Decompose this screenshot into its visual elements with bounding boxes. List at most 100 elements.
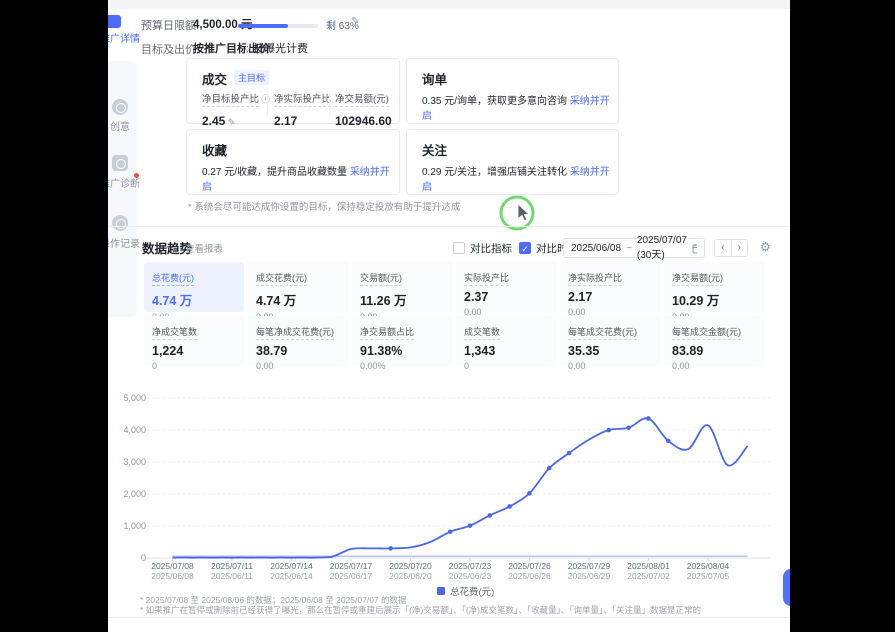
metric-label: 净实际投产比 — [568, 271, 622, 286]
metric-label: 成交笔数 — [464, 325, 500, 340]
metric-compare-value: 0 — [464, 361, 548, 371]
deal-title: 成交 — [202, 69, 227, 88]
metric-value: 4.74 万 — [152, 290, 236, 309]
app-window: 推广详情创意推广诊断操作记录 预算日限额: 4,500.00 元 剩 63% ✎… — [108, 0, 790, 632]
footnote-line: * 如果推广在暂停或删除前已经获得了曝光，那么在暂停或重建后展示「(净)交易额」… — [140, 604, 701, 616]
metric-card[interactable]: 净成交笔数1,2240 — [144, 316, 244, 366]
deal-stat-value: 2.17 — [274, 114, 331, 128]
deal-stat: 净实际投产比 2.17 — [274, 89, 331, 128]
section-divider — [108, 226, 790, 227]
legend-swatch — [437, 587, 445, 595]
metric-compare-value: 0.00 — [256, 361, 340, 371]
metric-card[interactable]: 成交花费(元)4.74 万0.00 — [248, 262, 348, 312]
favorite-desc-text: 0.27 元/收藏，提升商品收藏数量 — [202, 167, 347, 178]
metric-label: 净成交笔数 — [152, 325, 197, 340]
settings-gear-icon[interactable]: ⚙ — [760, 240, 771, 254]
floating-side-button[interactable] — [783, 569, 790, 606]
goal-card-inquiry[interactable]: 询单 0.35 元/询单，获取更多意向咨询 采纳并开启 — [406, 58, 619, 124]
metric-card[interactable]: 交易额(元)11.26 万0.00 — [352, 262, 452, 312]
view-report-link[interactable]: 查看报表 — [185, 241, 223, 255]
goal-label: 目标及出价: — [141, 41, 199, 57]
metric-label: 净交易额(元) — [672, 271, 723, 286]
metric-card[interactable]: 成交笔数1,3430 — [456, 316, 556, 366]
click-indicator — [496, 192, 556, 240]
budget-label: 预算日限额: — [141, 17, 199, 33]
data-point-marker — [487, 513, 492, 518]
inquiry-title: 询单 — [422, 69, 447, 88]
edit-pencil-icon[interactable]: ✎ — [225, 117, 235, 127]
metric-compare-value: 0.00 — [672, 361, 756, 371]
goal-card-deal[interactable]: 成交 主目标 净目标投产比 ⓘ2.45 ✎净实际投产比2.17净交易额(元)10… — [186, 58, 400, 124]
metric-label: 每笔成交金额(元) — [672, 325, 741, 340]
metric-label: 实际投产比 — [464, 271, 509, 286]
metric-card[interactable]: 每笔成交金额(元)83.890.00 — [664, 316, 764, 366]
metric-label: 总花费(元) — [152, 271, 194, 286]
date-range-picker[interactable]: 2025/06/08 ~ 2025/07/07 (30天) — [563, 238, 705, 258]
stage: 推广详情创意推广诊断操作记录 预算日限额: 4,500.00 元 剩 63% ✎… — [0, 0, 895, 632]
main-series-line — [173, 418, 748, 558]
data-point-marker — [388, 546, 393, 551]
metric-label: 交易额(元) — [360, 271, 402, 286]
metric-card[interactable]: 每笔净成交花费(元)38.790.00 — [248, 316, 348, 366]
date-end: 2025/07/07 (30天) — [637, 235, 687, 261]
compare-metric-checkbox[interactable] — [453, 242, 465, 254]
next-period-button[interactable]: › — [732, 240, 748, 256]
metric-value: 38.79 — [256, 344, 340, 358]
metric-value: 91.38% — [360, 344, 444, 358]
budget-progress-fill — [238, 24, 288, 28]
sidebar-item-label: 创意 — [108, 118, 142, 133]
metric-card[interactable]: 每笔成交花费(元)35.350.00 — [560, 316, 660, 366]
top-strip — [108, 0, 790, 9]
follow-desc-text: 0.29 元/关注，增强店铺关注转化 — [422, 167, 567, 178]
x-axis-tick-current: 2025/08/04 — [673, 561, 743, 571]
deal-stat-label: 净交易额(元) — [335, 89, 392, 107]
metric-card[interactable]: 净交易额占比91.38%0.00% — [352, 316, 452, 366]
goal-note: * 系统会尽可能达成你设置的目标，保持稳定投放有助于提升达成 — [188, 199, 460, 213]
favorite-title: 收藏 — [202, 140, 227, 159]
metric-compare-value: 0.00 — [568, 361, 652, 371]
data-point-marker — [606, 428, 611, 433]
tab-exposure-bid[interactable]: 按曝光计费 — [253, 40, 308, 56]
data-point-marker — [527, 491, 532, 496]
metric-compare-value: 0 — [152, 361, 236, 371]
deal-stat: 净目标投产比 ⓘ2.45 ✎ — [202, 89, 270, 128]
data-point-marker — [547, 466, 552, 471]
budget-edit-icon[interactable]: ✎ — [351, 16, 359, 27]
goal-card-favorite[interactable]: 收藏 0.27 元/收藏，提升商品收藏数量 采纳并开启 — [186, 129, 400, 195]
metric-value: 83.89 — [672, 344, 756, 358]
compare-time-checkbox[interactable]: ✓ — [519, 242, 531, 254]
stat-divider — [329, 91, 330, 117]
date-start: 2025/06/08 — [571, 243, 621, 254]
date-separator: ~ — [626, 243, 632, 254]
legend-label: 总花费(元) — [450, 584, 494, 598]
primary-goal-badge: 主目标 — [234, 70, 269, 85]
sidebar-item-label: 操作记录 — [108, 235, 142, 250]
metric-value: 4.74 万 — [256, 290, 340, 309]
tab-divider — [246, 42, 247, 52]
date-nav: ‹ › — [714, 239, 748, 257]
metric-card[interactable]: 净交易额(元)10.29 万0.00 — [664, 262, 764, 312]
info-icon[interactable]: ⓘ — [259, 94, 270, 104]
deal-stat-label: 净实际投产比 — [274, 89, 331, 107]
metric-value: 1,343 — [464, 344, 548, 358]
stat-divider — [267, 91, 268, 117]
deal-stat-value: 102946.60 — [335, 114, 392, 128]
creative-icon — [112, 99, 128, 115]
metric-card[interactable]: 净实际投产比2.170.00 — [560, 262, 660, 312]
sidebar: 推广详情创意推广诊断操作记录 — [108, 9, 138, 629]
data-point-marker — [448, 529, 453, 534]
chart-legend[interactable]: 总花费(元) — [437, 584, 494, 598]
metric-card[interactable]: 实际投产比2.370.00 — [456, 262, 556, 312]
trend-chart-svg[interactable] — [140, 390, 785, 582]
prev-period-button[interactable]: ‹ — [715, 240, 732, 256]
goal-card-follow[interactable]: 关注 0.29 元/关注，增强店铺关注转化 采纳并开启 — [406, 129, 619, 195]
data-point-marker — [666, 439, 671, 444]
notification-dot — [134, 173, 139, 178]
deal-stat-label: 净目标投产比 ⓘ — [202, 89, 270, 107]
metric-label: 成交花费(元) — [256, 271, 307, 286]
metric-value: 1,224 — [152, 344, 236, 358]
deal-stat: 净交易额(元) 102946.60 — [335, 89, 392, 128]
metric-value: 2.37 — [464, 290, 548, 304]
metric-card[interactable]: 总花费(元)4.74 万0.00 — [144, 262, 244, 312]
metric-value: 10.29 万 — [672, 290, 756, 309]
